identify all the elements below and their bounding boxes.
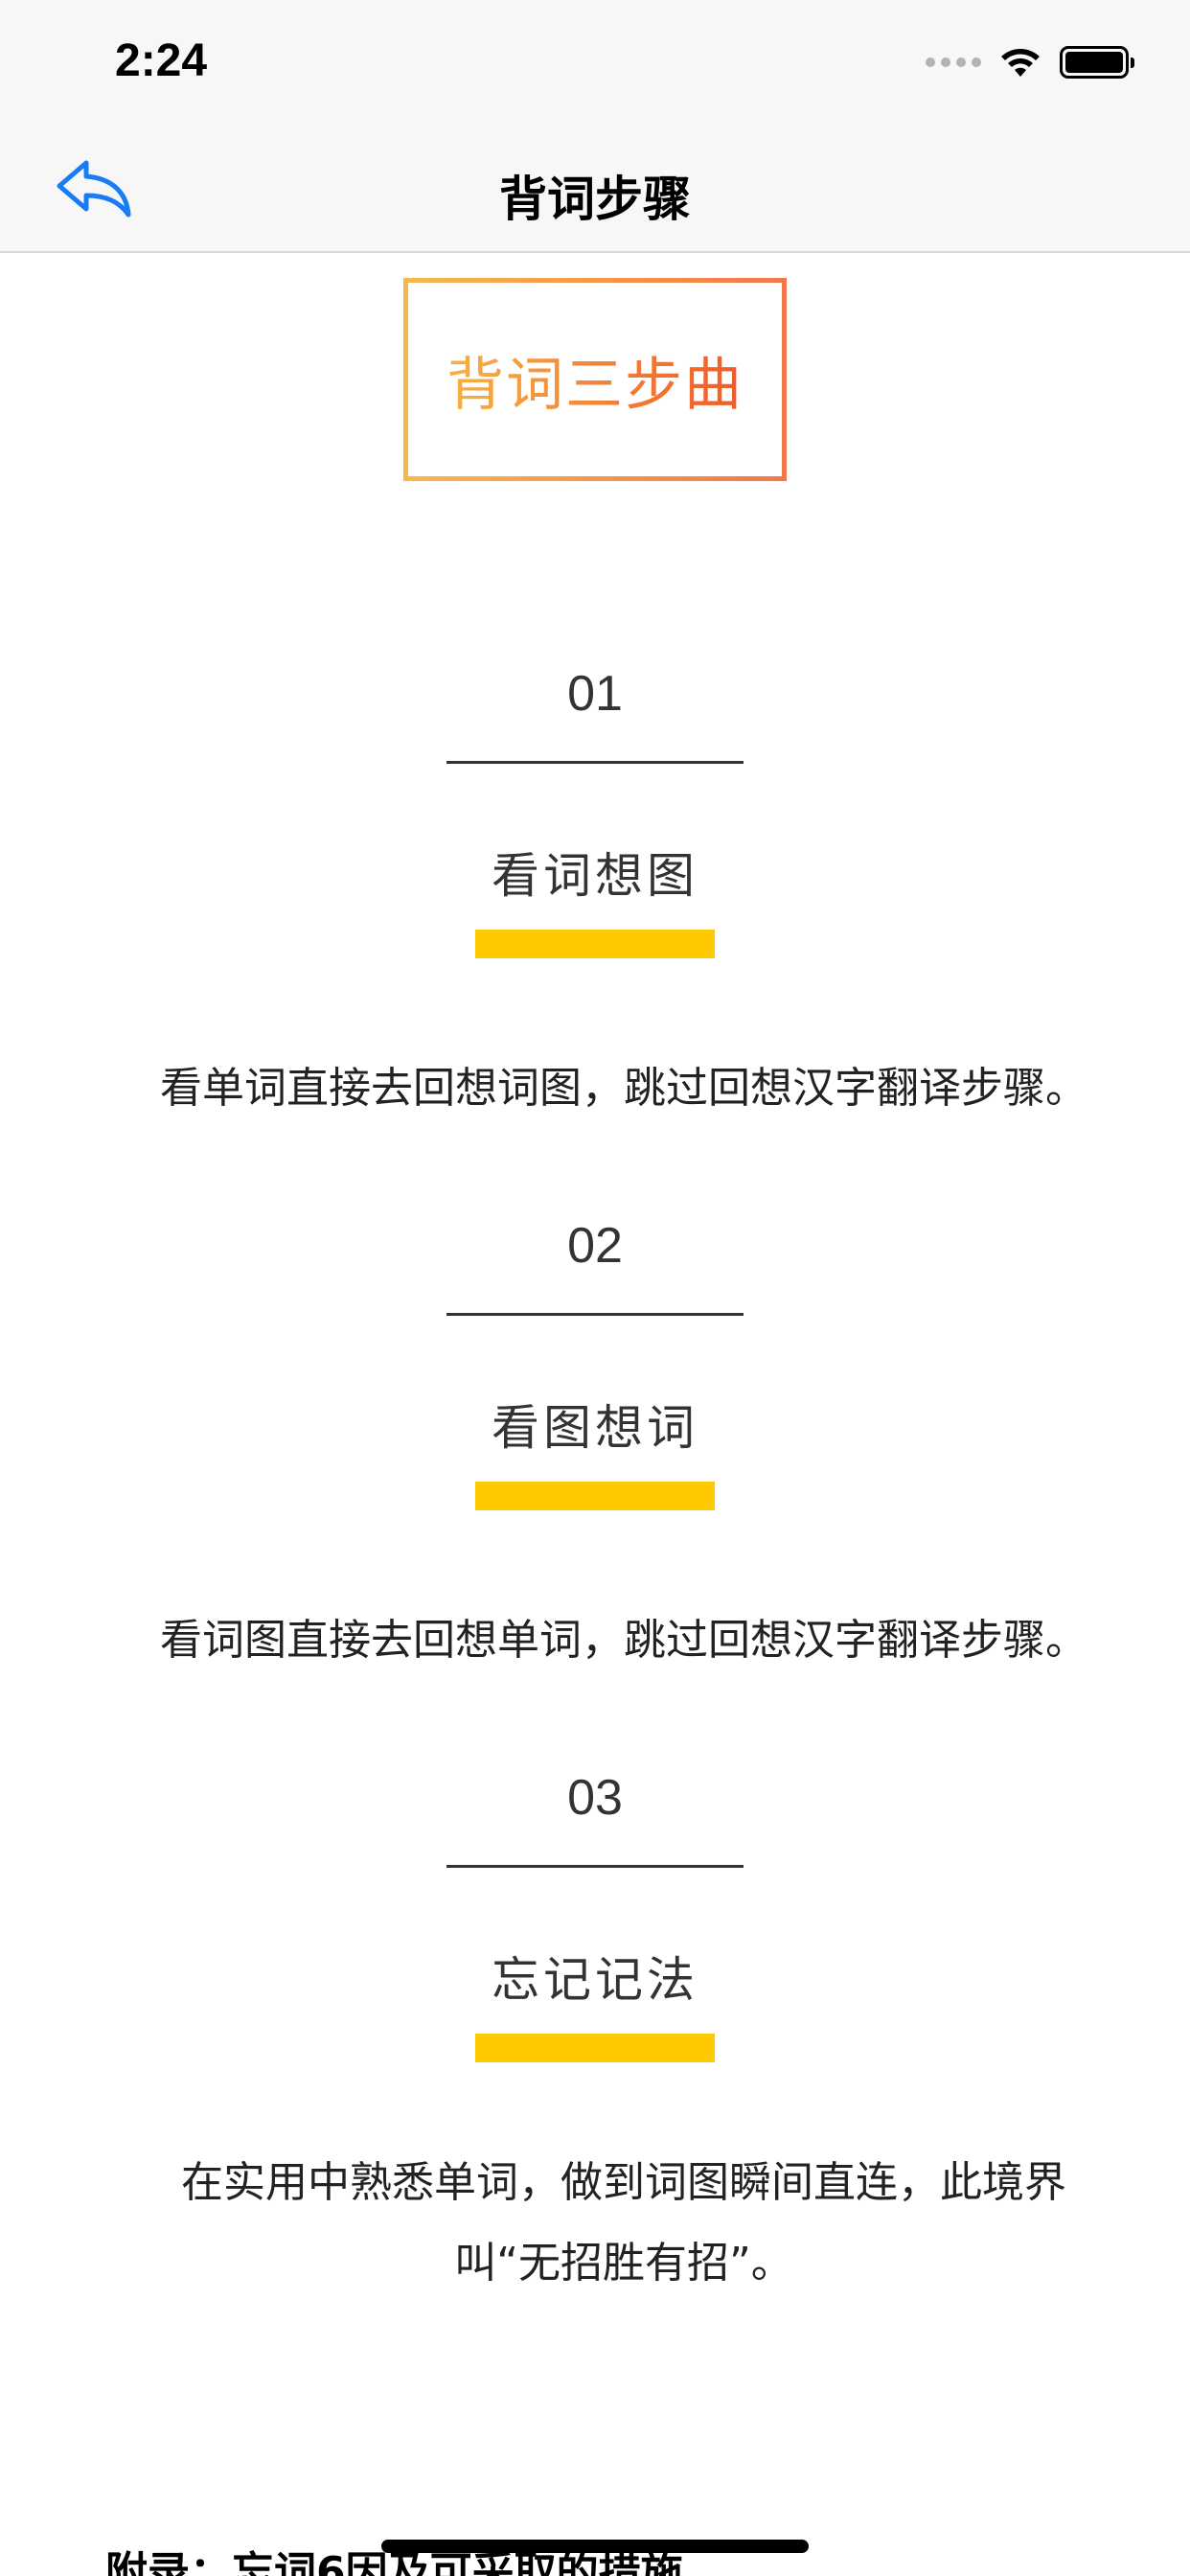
cellular-signal-icon (926, 58, 981, 67)
wifi-icon (1001, 49, 1040, 77)
step-highlight-bar (475, 2034, 715, 2062)
battery-icon (1060, 46, 1134, 79)
hero-banner: 背词三步曲 (403, 278, 787, 481)
step-highlight-bar (475, 930, 715, 958)
home-indicator[interactable] (381, 2540, 809, 2553)
step-divider (446, 1313, 744, 1316)
step-description: 看词图直接去回想单词，跳过回想汉字翻译步骤。 (160, 1616, 1087, 1665)
content: 背词三步曲 01 看词想图 看单词直接去回想词图，跳过回想汉字翻译步骤。 02 … (0, 253, 1190, 2576)
step-description: 在实用中熟悉单词，做到词图瞬间直连，此境界叫“无招胜有招”。 (181, 2158, 1066, 2288)
status-time: 2:24 (115, 35, 208, 86)
page-title: 背词步骤 (499, 172, 691, 227)
step-title: 忘记记法 (492, 1952, 698, 2008)
step-highlight-bar (475, 1482, 715, 1510)
step-number: 01 (567, 666, 623, 722)
step-divider (446, 1865, 744, 1868)
step-description: 看单词直接去回想词图，跳过回想汉字翻译步骤。 (160, 1064, 1087, 1113)
navigation-bar: 背词步骤 (0, 126, 1190, 253)
step-number: 02 (567, 1218, 623, 1274)
page: 2:24 背词步骤 背词三步曲 01 看词想图 看单词直接去回想词图，跳过回想汉… (0, 0, 1190, 2576)
step-title: 看图想词 (492, 1400, 698, 1456)
step-divider (446, 761, 744, 764)
step-title: 看词想图 (492, 848, 698, 904)
status-bar: 2:24 (0, 0, 1190, 126)
hero-text: 背词三步曲 (446, 338, 744, 422)
status-icons (926, 42, 1134, 82)
step-number: 03 (567, 1770, 623, 1826)
